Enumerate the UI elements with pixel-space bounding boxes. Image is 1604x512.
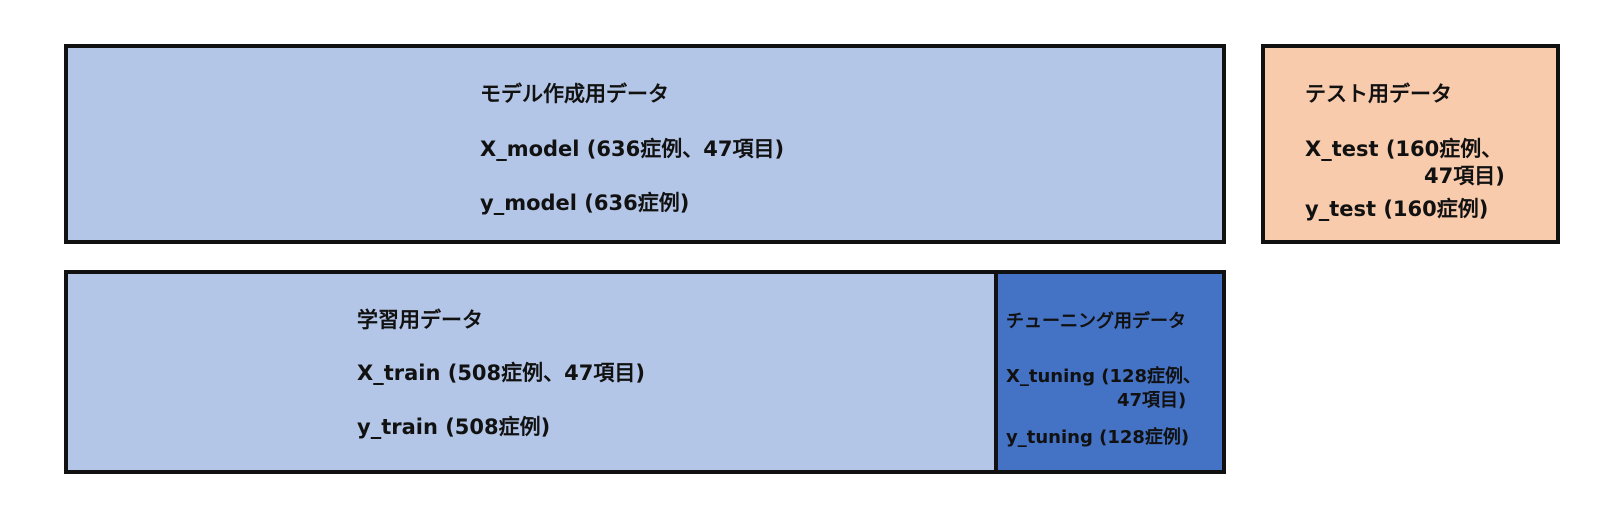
- x-model-label: X_model (636症例、47項目): [480, 137, 785, 161]
- x-test-label-line2: 47項目): [1424, 164, 1505, 188]
- y-model-label: y_model (636症例): [480, 191, 690, 215]
- test-data-title: テスト用データ: [1305, 82, 1452, 106]
- tuning-data-title: チューニング用データ: [1006, 311, 1186, 332]
- y-tuning-label: y_tuning (128症例): [1006, 427, 1190, 448]
- x-train-label: X_train (508症例、47項目): [357, 361, 645, 385]
- y-test-label: y_test (160症例): [1305, 197, 1489, 221]
- model-data-title: モデル作成用データ: [480, 82, 669, 106]
- x-tuning-label-line1: X_tuning (128症例、: [1006, 366, 1202, 387]
- train-data-title: 学習用データ: [357, 308, 483, 332]
- x-test-label-line1: X_test (160症例、: [1305, 137, 1503, 161]
- y-train-label: y_train (508症例): [357, 415, 551, 439]
- x-tuning-label-line2: 47項目): [1117, 390, 1187, 411]
